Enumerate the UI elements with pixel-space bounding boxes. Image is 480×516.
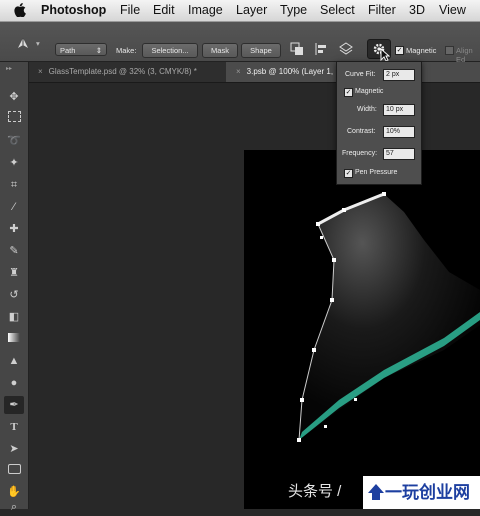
marquee-tool-icon[interactable] xyxy=(4,110,24,128)
mode-select[interactable]: Path ⇕ xyxy=(55,43,107,56)
close-tab-icon[interactable]: × xyxy=(236,67,241,76)
move-tool-icon[interactable]: ✥ xyxy=(4,88,24,106)
type-tool-icon[interactable]: T xyxy=(4,418,24,436)
lasso-tool-icon[interactable]: ➰ xyxy=(4,132,24,150)
dodge-tool-icon[interactable]: ● xyxy=(4,374,24,392)
select-arrows-icon: ⇕ xyxy=(95,46,102,55)
apple-icon[interactable] xyxy=(14,3,26,17)
tools-panel: ▸▸ ✥ ➰ ✦ ⌗ ⁄ ✚ ✎ ♜ ↺ ◧ ▲ ● ✒ T ➤ ✋ ⌕ xyxy=(0,62,29,513)
pen-pressure-label: Pen Pressure xyxy=(355,169,398,176)
clone-stamp-tool-icon[interactable]: ♜ xyxy=(4,264,24,282)
watermark-text: 头条号 / xyxy=(288,483,342,500)
magnetic-label: Magnetic xyxy=(355,88,384,95)
menu-view[interactable]: View xyxy=(439,3,466,17)
pen-settings-popup: Curve Fit: 2 px ✓ Magnetic Width: 10 px … xyxy=(336,61,422,185)
options-bar: ▾ Path ⇕ Make: Selection... Mask Shape ✓… xyxy=(0,22,480,64)
magnetic-checkbox[interactable]: ✓ xyxy=(395,46,404,55)
contrast-input[interactable]: 10% xyxy=(383,126,415,138)
shape-button[interactable]: Shape xyxy=(241,43,281,58)
tab-label: GlassTemplate.psd @ 32% (3, CMYK/8) * xyxy=(48,67,197,76)
rectangle-tool-icon[interactable] xyxy=(4,462,24,480)
magic-wand-tool-icon[interactable]: ✦ xyxy=(4,154,24,172)
zoom-tool-icon[interactable]: ⌕ xyxy=(4,498,24,516)
menu-edit[interactable]: Edit xyxy=(153,3,175,17)
menu-3d[interactable]: 3D xyxy=(409,3,425,17)
tab-glasstemplate[interactable]: × GlassTemplate.psd @ 32% (3, CMYK/8) * xyxy=(28,62,228,82)
history-brush-tool-icon[interactable]: ↺ xyxy=(4,286,24,304)
frequency-label: Frequency: xyxy=(342,150,378,157)
menu-filter[interactable]: Filter xyxy=(368,3,396,17)
crop-tool-icon[interactable]: ⌗ xyxy=(4,176,24,194)
pen-pressure-checkbox[interactable]: ✓ xyxy=(344,169,353,178)
mouse-cursor-icon xyxy=(380,48,390,62)
app-menu[interactable]: Photoshop xyxy=(41,3,106,17)
curve-fit-input[interactable]: 2 px xyxy=(383,69,415,81)
menu-image[interactable]: Image xyxy=(188,3,223,17)
width-input[interactable]: 10 px xyxy=(383,104,415,116)
align-edges-checkbox[interactable] xyxy=(445,46,454,55)
document-canvas[interactable] xyxy=(244,150,480,509)
eyedropper-tool-icon[interactable]: ⁄ xyxy=(4,198,24,216)
path-operations-icon[interactable] xyxy=(290,42,304,56)
watermark-logo-icon xyxy=(368,484,384,500)
path-alignment-icon[interactable] xyxy=(314,42,328,56)
healing-brush-tool-icon[interactable]: ✚ xyxy=(4,220,24,238)
menu-select[interactable]: Select xyxy=(320,3,355,17)
contrast-label: Contrast: xyxy=(347,128,376,135)
eraser-tool-icon[interactable]: ◧ xyxy=(4,308,24,326)
brush-tool-icon[interactable]: ✎ xyxy=(4,242,24,260)
collapse-panel-icon[interactable]: ▸▸ xyxy=(6,65,12,72)
menu-type[interactable]: Type xyxy=(280,3,307,17)
path-selection-tool-icon[interactable]: ➤ xyxy=(4,440,24,458)
glass-shard-image xyxy=(297,192,480,442)
path-arrangement-icon[interactable] xyxy=(339,42,353,56)
pen-tool-icon[interactable]: ✒ xyxy=(4,396,24,414)
magnetic-checkbox[interactable]: ✓ xyxy=(344,88,353,97)
watermark-logo-text: 一玩创业网 xyxy=(385,483,470,502)
magnetic-label: Magnetic xyxy=(406,46,437,55)
frequency-input[interactable]: 57 xyxy=(383,148,415,160)
menu-file[interactable]: File xyxy=(120,3,140,17)
mode-select-value: Path xyxy=(60,46,76,55)
blur-tool-icon[interactable]: ▲ xyxy=(4,352,24,370)
selection-button[interactable]: Selection... xyxy=(142,43,198,58)
menu-bar: Photoshop File Edit Image Layer Type Sel… xyxy=(0,0,480,22)
preset-chevron-icon[interactable]: ▾ xyxy=(36,39,40,48)
width-label: Width: xyxy=(357,106,377,113)
make-label: Make: xyxy=(116,46,137,55)
gradient-tool-icon[interactable] xyxy=(4,330,24,348)
menu-layer[interactable]: Layer xyxy=(236,3,267,17)
tab-label: 3.psb @ 100% (Layer 1, xyxy=(246,67,334,76)
close-tab-icon[interactable]: × xyxy=(38,67,43,76)
curve-fit-label: Curve Fit: xyxy=(345,71,376,78)
pen-tool-preset-icon[interactable] xyxy=(16,36,30,50)
mask-button[interactable]: Mask xyxy=(202,43,238,58)
